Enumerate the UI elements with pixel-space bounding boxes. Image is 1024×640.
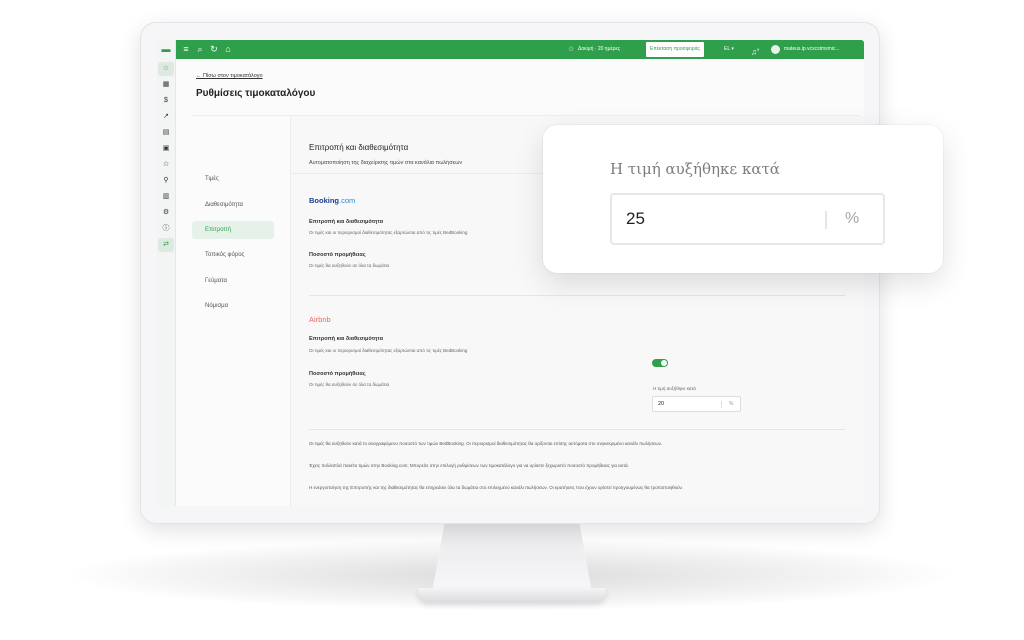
monitor-stand [432, 522, 592, 592]
refresh-icon[interactable]: ↻ [208, 42, 220, 57]
callout-input-separator [825, 211, 827, 229]
airbnb-commission-toggle[interactable] [652, 359, 668, 367]
subscription-status: Δοκιμή · 20 ημέρες [578, 46, 621, 52]
tab-commission[interactable]: Επιτροπή [192, 221, 274, 239]
back-link[interactable]: ← Πίσω στον τιμοκατάλογο [196, 73, 263, 79]
notification-count: 9 [757, 47, 760, 52]
app-screen: ▬ ☆ ▦ $ ↗ ▤ ▣ ☆ ⚲ ▥ ⚙ ⓘ ⇄ ≡ ⌕ ↻ ⌂ ☆ Δοκι… [156, 40, 864, 506]
top-bar: ≡ ⌕ ↻ ⌂ ☆ Δοκιμή · 20 ημέρες Επέκταση πρ… [176, 40, 864, 59]
star-outline-icon[interactable]: ☆ [158, 158, 174, 172]
airbnb-rate-title: Ποσοστό προμήθειας [309, 371, 366, 377]
language-select[interactable]: EL ▾ [724, 40, 734, 59]
airbnb-rate-input[interactable]: 20 % [652, 396, 741, 412]
tab-meals[interactable]: Γεύματα [192, 272, 274, 290]
percent-unit: % [729, 401, 734, 407]
toggle-knob [661, 360, 667, 366]
tab-local-tax[interactable]: Τοπικός φόρος [192, 246, 274, 264]
notes-divider [309, 429, 845, 430]
section-title: Επιτροπή και διαθεσιμότητα [309, 143, 409, 152]
airbnb-commission-desc: Οι τιμές και οι περιορισμοί διαθεσιμότητ… [309, 348, 468, 353]
booking-logo-part2: .com [339, 196, 356, 205]
dollar-icon[interactable]: $ [158, 94, 174, 108]
tab-availability[interactable]: Διαθεσιμότητα [192, 196, 274, 214]
booking-rate-desc: Οι τιμές θα αυξηθούν σε όλα τα δωμάτια [309, 263, 390, 268]
zoom-callout: Η τιμή αυξήθηκε κατά 25 % [543, 125, 943, 273]
booking-rate-title: Ποσοστό προμήθειας [309, 252, 366, 258]
back-link-label: Πίσω στον τιμοκατάλογο [203, 73, 263, 79]
briefcase-icon[interactable]: ▥ [158, 190, 174, 204]
booking-logo-part1: Booking [309, 196, 339, 205]
bed-logo-icon[interactable]: ▬ [159, 44, 173, 54]
user-plus-icon[interactable]: ⚲ [158, 174, 174, 188]
document-icon[interactable]: ▤ [158, 126, 174, 140]
avatar-icon[interactable] [771, 45, 780, 54]
booking-logo: Booking.com [309, 196, 355, 205]
note-3: Η ενεργοποίηση της Επιτροπής και της δια… [309, 485, 684, 490]
airbnb-rate-desc: Οι τιμές θα αυξηθούν σε όλα τα δωμάτια [309, 382, 390, 387]
airbnb-rate-label: Η τιμή αυξήθηκε κατά [653, 386, 696, 391]
star-icon[interactable]: ☆ [158, 62, 174, 76]
booking-commission-desc: Οι τιμές και οι περιορισμοί διαθεσιμότητ… [309, 230, 468, 235]
home-icon[interactable]: ⌂ [222, 42, 234, 57]
settings-tabs: Τιμές Διαθεσιμότητα Επιτροπή Τοπικός φόρ… [192, 116, 291, 506]
callout-rate-value: 25 [626, 209, 645, 228]
channel-divider [309, 295, 845, 296]
note-1: Οι τιμές θα αυξηθούν κατά το αναγραφόμεν… [309, 441, 663, 446]
section-subtitle: Αυτοματοποίηση της διαχείρισης τιμών στα… [309, 160, 463, 166]
page-title: Ρυθμίσεις τιμοκαταλόγου [196, 88, 316, 99]
chart-icon[interactable]: ↗ [158, 110, 174, 124]
info-icon[interactable]: ⓘ [158, 222, 174, 236]
airbnb-rate-value: 20 [658, 401, 665, 407]
note-2: Έχεις πολλαπλά πακέτα τιμών στην Booking… [309, 463, 629, 468]
airbnb-commission-title: Επιτροπή και διαθεσιμότητα [309, 336, 384, 342]
callout-rate-input[interactable]: 25 % [610, 193, 885, 245]
star-icon: ☆ [568, 46, 575, 53]
tab-prices[interactable]: Τιμές [192, 170, 274, 188]
monitor-frame: ▬ ☆ ▦ $ ↗ ▤ ▣ ☆ ⚲ ▥ ⚙ ⓘ ⇄ ≡ ⌕ ↻ ⌂ ☆ Δοκι… [140, 22, 880, 524]
calendar-icon[interactable]: ▦ [158, 78, 174, 92]
search-icon[interactable]: ⌕ [194, 42, 206, 57]
booking-commission-title: Επιτροπή και διαθεσιμότητα [309, 219, 384, 225]
input-separator [721, 401, 722, 408]
icon-rail: ▬ ☆ ▦ $ ↗ ▤ ▣ ☆ ⚲ ▥ ⚙ ⓘ ⇄ [156, 40, 176, 506]
tab-currency[interactable]: Νόμισμα [192, 297, 274, 315]
callout-label: Η τιμή αυξήθηκε κατά [610, 160, 780, 178]
grid-icon[interactable]: ▣ [158, 142, 174, 156]
user-email[interactable]: mateus.ip.vcscstmsmic... [784, 40, 860, 59]
upgrade-button[interactable]: Επέκταση προσφοράς [646, 42, 704, 57]
callout-percent-unit: % [845, 210, 860, 227]
settings-icon[interactable]: ⚙ [158, 206, 174, 220]
bell-icon[interactable]: ♫9 [751, 40, 759, 62]
airbnb-logo: Airbnb [309, 315, 331, 324]
menu-icon[interactable]: ≡ [180, 42, 192, 57]
sync-icon[interactable]: ⇄ [158, 238, 174, 252]
monitor-base [418, 588, 606, 602]
